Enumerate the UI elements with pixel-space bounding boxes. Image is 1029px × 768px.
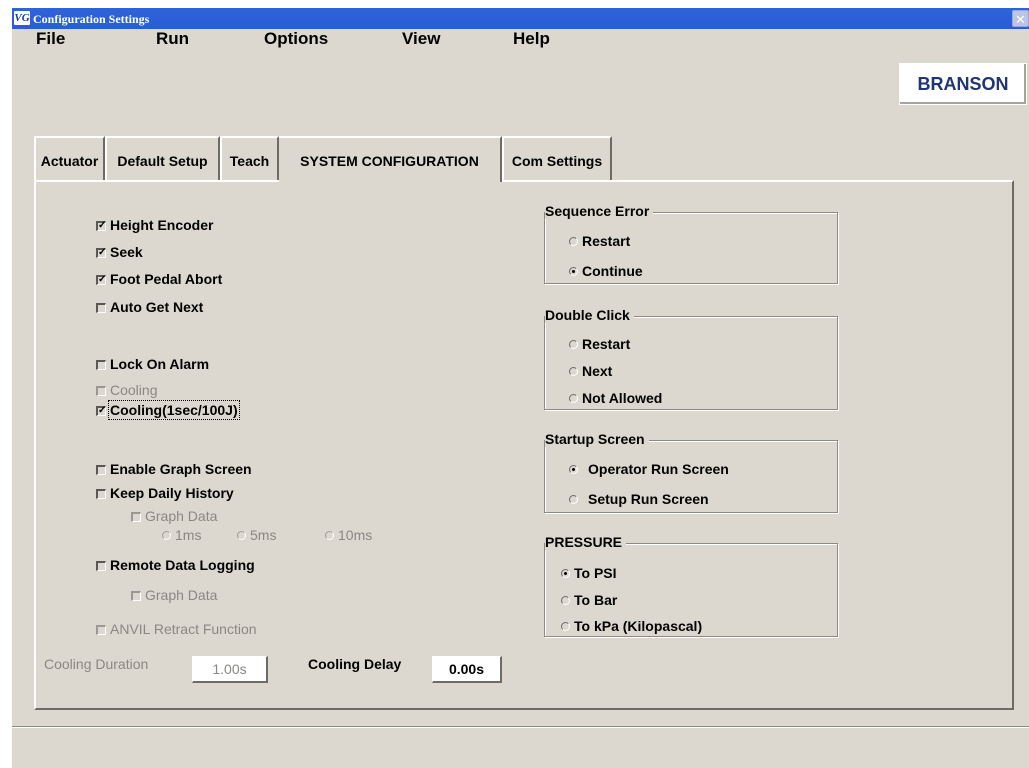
system-configuration-panel: Height Encoder Seek Foot Pedal Abort Aut…: [34, 180, 1014, 710]
radio-icon: [569, 237, 578, 246]
radio-icon: [325, 531, 334, 540]
checkbox-checked-icon: [96, 406, 106, 416]
cooling-duration-field: 1.00s: [192, 656, 268, 683]
menu-bar: File Run Options View Help: [12, 29, 1029, 49]
sequence-error-continue-radio[interactable]: Continue: [569, 263, 643, 279]
cooling-delay-field[interactable]: 0.00s: [432, 656, 502, 683]
pressure-group: PRESSURE To PSI To Bar To kPa (Kilopasca…: [544, 534, 838, 637]
rate-10ms-radio: 10ms: [325, 527, 372, 543]
tab-system-configuration[interactable]: SYSTEM CONFIGURATION: [279, 136, 502, 182]
window-title: Configuration Settings: [33, 12, 150, 26]
radio-selected-icon: [561, 569, 570, 578]
startup-screen-group: Startup Screen Operator Run Screen Setup…: [544, 431, 838, 513]
configuration-window: VG Configuration Settings ✕ File Run Opt…: [10, 8, 1029, 768]
checkbox-unchecked-icon: [131, 512, 141, 522]
keep-daily-history-checkbox[interactable]: Keep Daily History: [96, 485, 234, 501]
cooling-1sec-checkbox[interactable]: Cooling(1sec/100J): [96, 400, 240, 420]
sequence-error-restart-radio[interactable]: Restart: [569, 233, 630, 249]
title-bar[interactable]: VG Configuration Settings ✕: [12, 8, 1029, 29]
cooling-duration-label: Cooling Duration: [44, 656, 149, 672]
cooling-delay-label: Cooling Delay: [308, 656, 402, 672]
startup-screen-legend: Startup Screen: [545, 431, 649, 447]
tab-default-setup[interactable]: Default Setup: [105, 136, 220, 180]
rate-1ms-radio: 1ms: [162, 527, 201, 543]
checkbox-unchecked-icon: [96, 489, 106, 499]
checkbox-unchecked-icon: [96, 303, 106, 313]
pressure-psi-radio[interactable]: To PSI: [561, 565, 617, 581]
anvil-retract-checkbox: ANVIL Retract Function: [96, 621, 257, 637]
radio-icon: [162, 531, 171, 540]
radio-icon: [561, 596, 570, 605]
double-click-group: Double Click Restart Next Not Allowed: [544, 307, 838, 410]
pressure-kpa-radio[interactable]: To kPa (Kilopascal): [561, 618, 702, 634]
double-click-restart-radio[interactable]: Restart: [569, 336, 630, 352]
radio-icon: [569, 394, 578, 403]
enable-graph-screen-checkbox[interactable]: Enable Graph Screen: [96, 461, 252, 477]
tab-com-settings[interactable]: Com Settings: [502, 136, 612, 180]
graph-data-checkbox: Graph Data: [131, 508, 217, 524]
radio-icon: [237, 531, 246, 540]
radio-icon: [569, 340, 578, 349]
lock-on-alarm-checkbox[interactable]: Lock On Alarm: [96, 356, 209, 372]
checkbox-checked-icon: [96, 221, 106, 231]
pressure-legend: PRESSURE: [545, 534, 627, 550]
sequence-error-group: Sequence Error Restart Continue: [544, 203, 838, 284]
foot-pedal-abort-checkbox[interactable]: Foot Pedal Abort: [96, 271, 222, 287]
checkbox-checked-icon: [96, 275, 106, 285]
branson-logo: BRANSON: [899, 63, 1027, 105]
radio-selected-icon: [569, 465, 578, 474]
menu-file[interactable]: File: [36, 29, 65, 49]
double-click-not-allowed-radio[interactable]: Not Allowed: [569, 390, 662, 406]
setup-run-screen-radio[interactable]: Setup Run Screen: [569, 491, 709, 507]
tab-actuator[interactable]: Actuator: [34, 136, 105, 180]
tab-teach[interactable]: Teach: [220, 136, 279, 180]
sequence-error-legend: Sequence Error: [545, 203, 654, 219]
menu-help[interactable]: Help: [513, 29, 550, 49]
app-icon: VG: [14, 11, 30, 25]
operator-run-screen-radio[interactable]: Operator Run Screen: [569, 461, 729, 477]
checkbox-unchecked-icon: [96, 360, 106, 370]
double-click-legend: Double Click: [545, 307, 634, 323]
radio-icon: [569, 495, 578, 504]
pressure-bar-radio[interactable]: To Bar: [561, 592, 617, 608]
checkbox-unchecked-icon: [96, 465, 106, 475]
seek-checkbox[interactable]: Seek: [96, 244, 143, 260]
checkbox-unchecked-icon: [96, 625, 106, 635]
rate-5ms-radio: 5ms: [237, 527, 276, 543]
radio-icon: [569, 367, 578, 376]
checkbox-unchecked-icon: [96, 561, 106, 571]
menu-view[interactable]: View: [402, 29, 440, 49]
double-click-next-radio[interactable]: Next: [569, 363, 612, 379]
checkbox-unchecked-icon: [131, 591, 141, 601]
height-encoder-checkbox[interactable]: Height Encoder: [96, 217, 213, 233]
checkbox-checked-icon: [96, 248, 106, 258]
cooling-checkbox: Cooling: [96, 382, 157, 398]
radio-icon: [561, 622, 570, 631]
divider: [12, 726, 1029, 728]
close-icon[interactable]: ✕: [1012, 10, 1029, 27]
menu-run[interactable]: Run: [156, 29, 189, 49]
auto-get-next-checkbox[interactable]: Auto Get Next: [96, 299, 203, 315]
checkbox-unchecked-icon: [96, 386, 106, 396]
radio-selected-icon: [569, 267, 578, 276]
remote-graph-data-checkbox: Graph Data: [131, 587, 217, 603]
remote-data-logging-checkbox[interactable]: Remote Data Logging: [96, 557, 255, 573]
menu-options[interactable]: Options: [264, 29, 328, 49]
